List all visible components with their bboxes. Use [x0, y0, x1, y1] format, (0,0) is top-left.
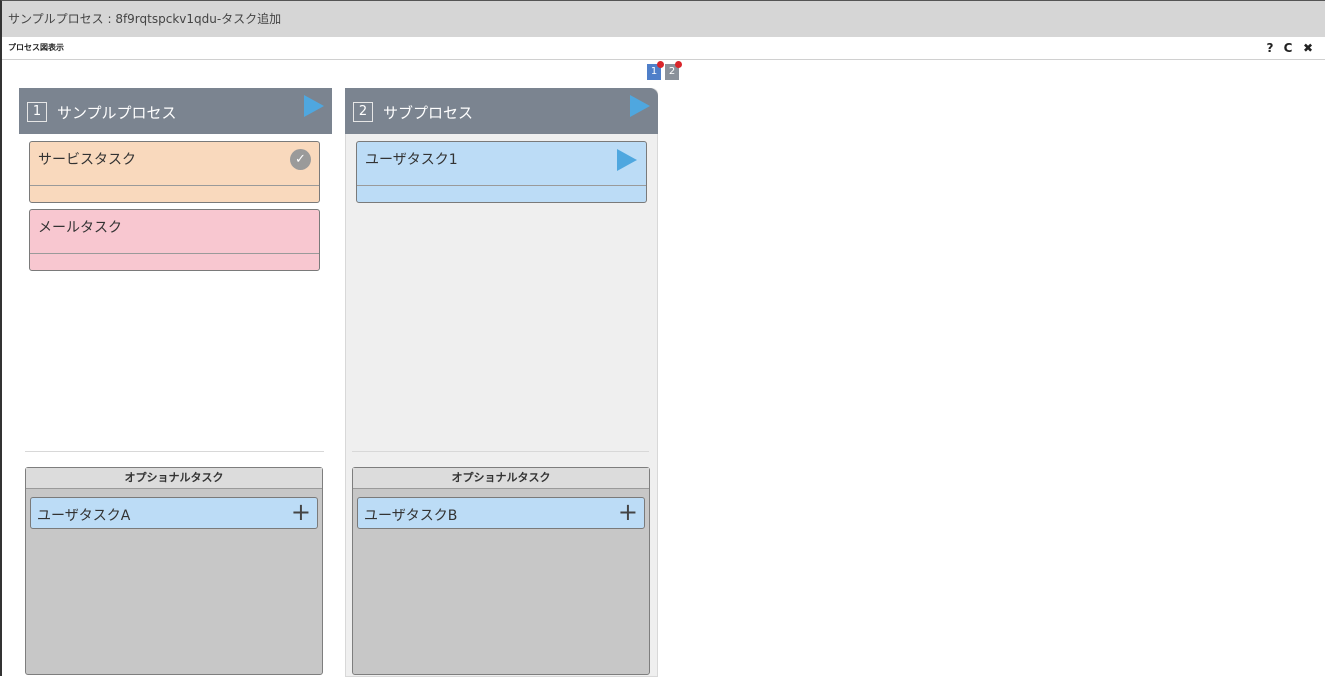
optional-task-header: オプショナルタスク — [353, 468, 649, 489]
card-divider — [30, 185, 319, 186]
notification-dot — [675, 61, 682, 68]
card-divider — [30, 253, 319, 254]
notification-dot — [657, 61, 664, 68]
page-2-button[interactable]: 2 — [665, 61, 682, 80]
section-divider — [25, 451, 324, 452]
column-title: サブプロセス — [383, 104, 474, 122]
task-card[interactable]: メールタスク — [29, 209, 320, 271]
help-button[interactable]: ? — [1261, 39, 1279, 57]
task-name: サービスタスク — [38, 152, 136, 168]
process-column-2: 2 サブプロセス ユーザタスク1 オプショナルタスク ユーザタスクB + — [345, 88, 658, 677]
column-title: サンプルプロセス — [57, 104, 177, 122]
window-title: サンプルプロセス : 8f9rqtspckv1qdu-タスク追加 — [8, 12, 282, 26]
task-name: メールタスク — [38, 220, 122, 236]
view-label: プロセス図表示 — [8, 43, 64, 52]
add-icon[interactable]: + — [291, 499, 311, 525]
task-name: ユーザタスクB — [364, 508, 458, 524]
page-selector: 1 2 — [647, 61, 682, 80]
app-window: サンプルプロセス : 8f9rqtspckv1qdu-タスク追加 プロセス図表示… — [0, 0, 1325, 677]
completed-check-icon: ✓ — [290, 149, 311, 170]
column-number: 1 — [27, 102, 47, 122]
task-name: ユーザタスクA — [37, 508, 131, 524]
section-divider — [352, 451, 649, 452]
optional-task-item[interactable]: ユーザタスクB + — [357, 497, 645, 529]
page-1-button[interactable]: 1 — [647, 61, 664, 80]
column-number: 2 — [353, 102, 373, 122]
play-icon[interactable] — [304, 95, 324, 117]
title-bar: サンプルプロセス : 8f9rqtspckv1qdu-タスク追加 — [2, 1, 1325, 37]
optional-task-header: オプショナルタスク — [26, 468, 322, 489]
optional-task-panel: オプショナルタスク ユーザタスクB + — [352, 467, 650, 675]
task-card[interactable]: ユーザタスク1 — [356, 141, 647, 203]
task-name: ユーザタスク1 — [365, 152, 458, 168]
column-header: 1 サンプルプロセス — [19, 88, 332, 134]
close-button[interactable]: ✖ — [1299, 39, 1317, 57]
add-icon[interactable]: + — [618, 499, 638, 525]
task-card[interactable]: サービスタスク ✓ — [29, 141, 320, 203]
optional-task-item[interactable]: ユーザタスクA + — [30, 497, 318, 529]
play-icon[interactable] — [617, 149, 637, 171]
column-header: 2 サブプロセス — [345, 88, 658, 134]
card-divider — [357, 185, 646, 186]
page-number: 1 — [650, 66, 658, 77]
toolbar: プロセス図表示 ? C ✖ — [2, 37, 1325, 60]
page-number: 2 — [668, 66, 676, 77]
play-icon[interactable] — [630, 95, 650, 117]
refresh-button[interactable]: C — [1279, 39, 1297, 57]
process-column-1: 1 サンプルプロセス サービスタスク ✓ メールタスク オプショナルタスク ユー… — [19, 88, 332, 677]
optional-task-panel: オプショナルタスク ユーザタスクA + — [25, 467, 323, 675]
